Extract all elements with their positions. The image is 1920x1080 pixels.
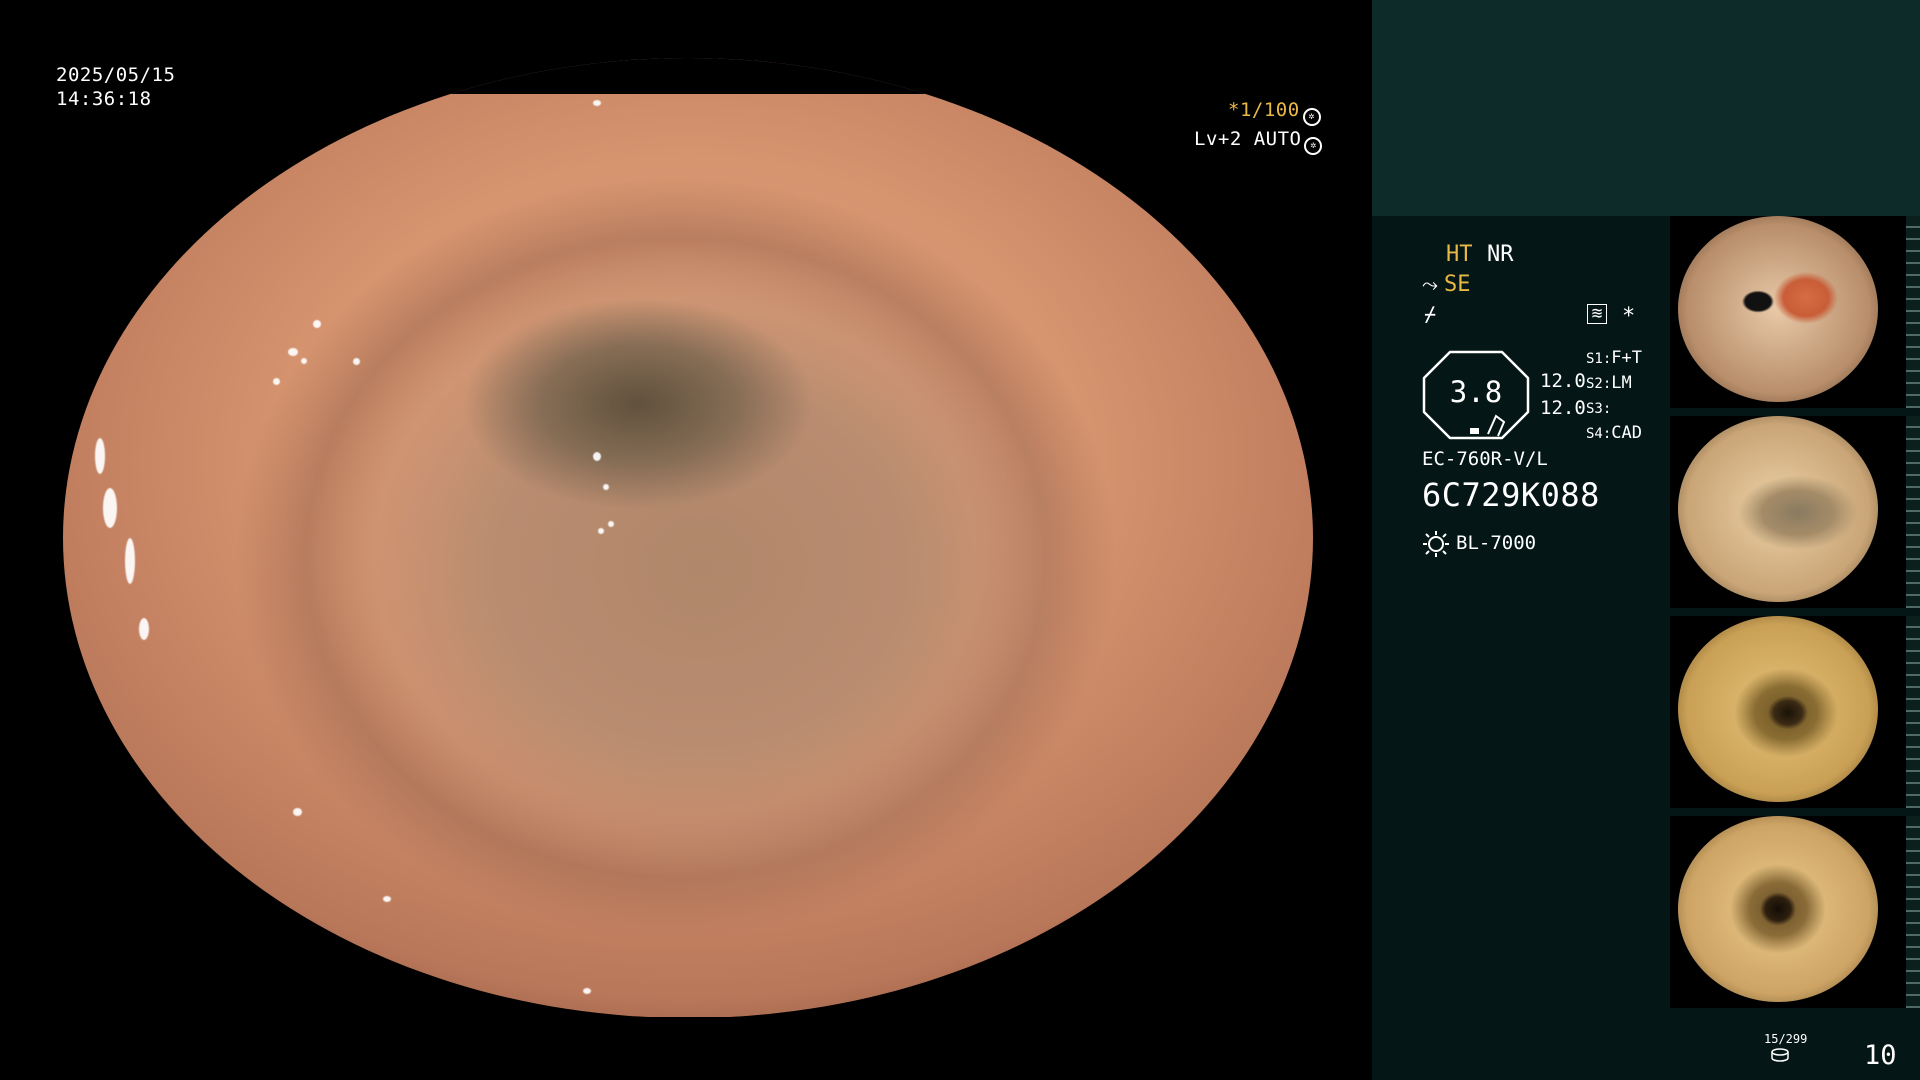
brightness-level-readout: Lv+2 AUTO ✲ (1194, 127, 1323, 155)
light-source-model: BL-7000 (1456, 532, 1537, 554)
time-stamp: 14:36:18 (56, 88, 152, 110)
thumbnail-image (1678, 816, 1878, 1002)
switch-2: S2:LM (1586, 373, 1632, 393)
auto-iris-icon: ✲ (1304, 137, 1323, 155)
image-mode-icon: ≋ (1587, 304, 1607, 324)
setting-value-2: 12.0 (1540, 397, 1586, 419)
thumbnail-image (1678, 216, 1878, 402)
thumbnail-image (1678, 416, 1878, 602)
panel-header-area (1372, 0, 1920, 216)
noise-reduction-indicator: NR (1487, 242, 1514, 267)
switch-1: S1:F+T (1586, 348, 1642, 368)
scope-model: EC-760R-V/L (1422, 448, 1548, 470)
switch-value: F+T (1611, 348, 1643, 368)
thumbnail-edge (1906, 216, 1920, 408)
storage-count: 15/299 (1764, 1032, 1808, 1046)
endoscope-live-view: 2025/05/15 14:36:18 *1/100 ✲ Lv+2 AUTO ✲ (0, 0, 1372, 1080)
captured-image-strip (1670, 216, 1920, 1016)
color-mode-indicator: SE (1444, 272, 1471, 297)
freeze-icon: ⌿ (1424, 302, 1437, 326)
brightness-level-value: Lv+2 AUTO (1194, 128, 1302, 150)
switch-value: CAD (1611, 423, 1643, 443)
captured-thumbnail[interactable] (1670, 416, 1920, 608)
switch-4: S4:CAD (1586, 423, 1642, 443)
captured-thumbnail[interactable] (1670, 216, 1920, 408)
switch-3: S3: (1586, 398, 1611, 418)
shutter-readout: *1/100 ✲ (1228, 98, 1321, 126)
status-panel: HT NR ⤳ SE ⌿ ≋ * 3.8 12.0 12.0 S1:F+T S2… (1372, 0, 1920, 1080)
thumbnail-edge (1906, 816, 1920, 1008)
thumbnail-image (1678, 616, 1878, 802)
scope-serial: 6C729K088 (1422, 476, 1600, 514)
processor-status: HT NR ⤳ SE ⌿ ≋ * 3.8 12.0 12.0 S1:F+T S2… (1396, 240, 1696, 580)
date-stamp: 2025/05/15 (56, 64, 176, 86)
thumbnail-edge (1906, 616, 1920, 808)
light-source-icon (1423, 531, 1449, 557)
captured-thumbnail[interactable] (1670, 616, 1920, 808)
page-number: 10 (1864, 1040, 1897, 1071)
structure-enhancement-indicator: HT (1446, 242, 1473, 267)
switch-value: LM (1611, 373, 1632, 393)
captured-thumbnail[interactable] (1670, 816, 1920, 1008)
setting-value-1: 12.0 (1540, 370, 1586, 392)
zoom-value: 3.8 (1449, 375, 1503, 409)
switch-key: S1: (1586, 351, 1612, 367)
thumbnail-edge (1906, 416, 1920, 608)
endoscopic-image (63, 58, 1313, 1018)
switch-key: S3: (1586, 401, 1612, 417)
storage-icon (1771, 1048, 1789, 1062)
contrast-icon: ⤳ (1422, 272, 1438, 296)
switch-key: S2: (1586, 376, 1612, 392)
aperture-icon: ✲ (1302, 108, 1321, 126)
asterisk-icon: * (1622, 304, 1636, 329)
switch-key: S4: (1586, 426, 1612, 442)
shutter-value: *1/100 (1228, 99, 1300, 121)
